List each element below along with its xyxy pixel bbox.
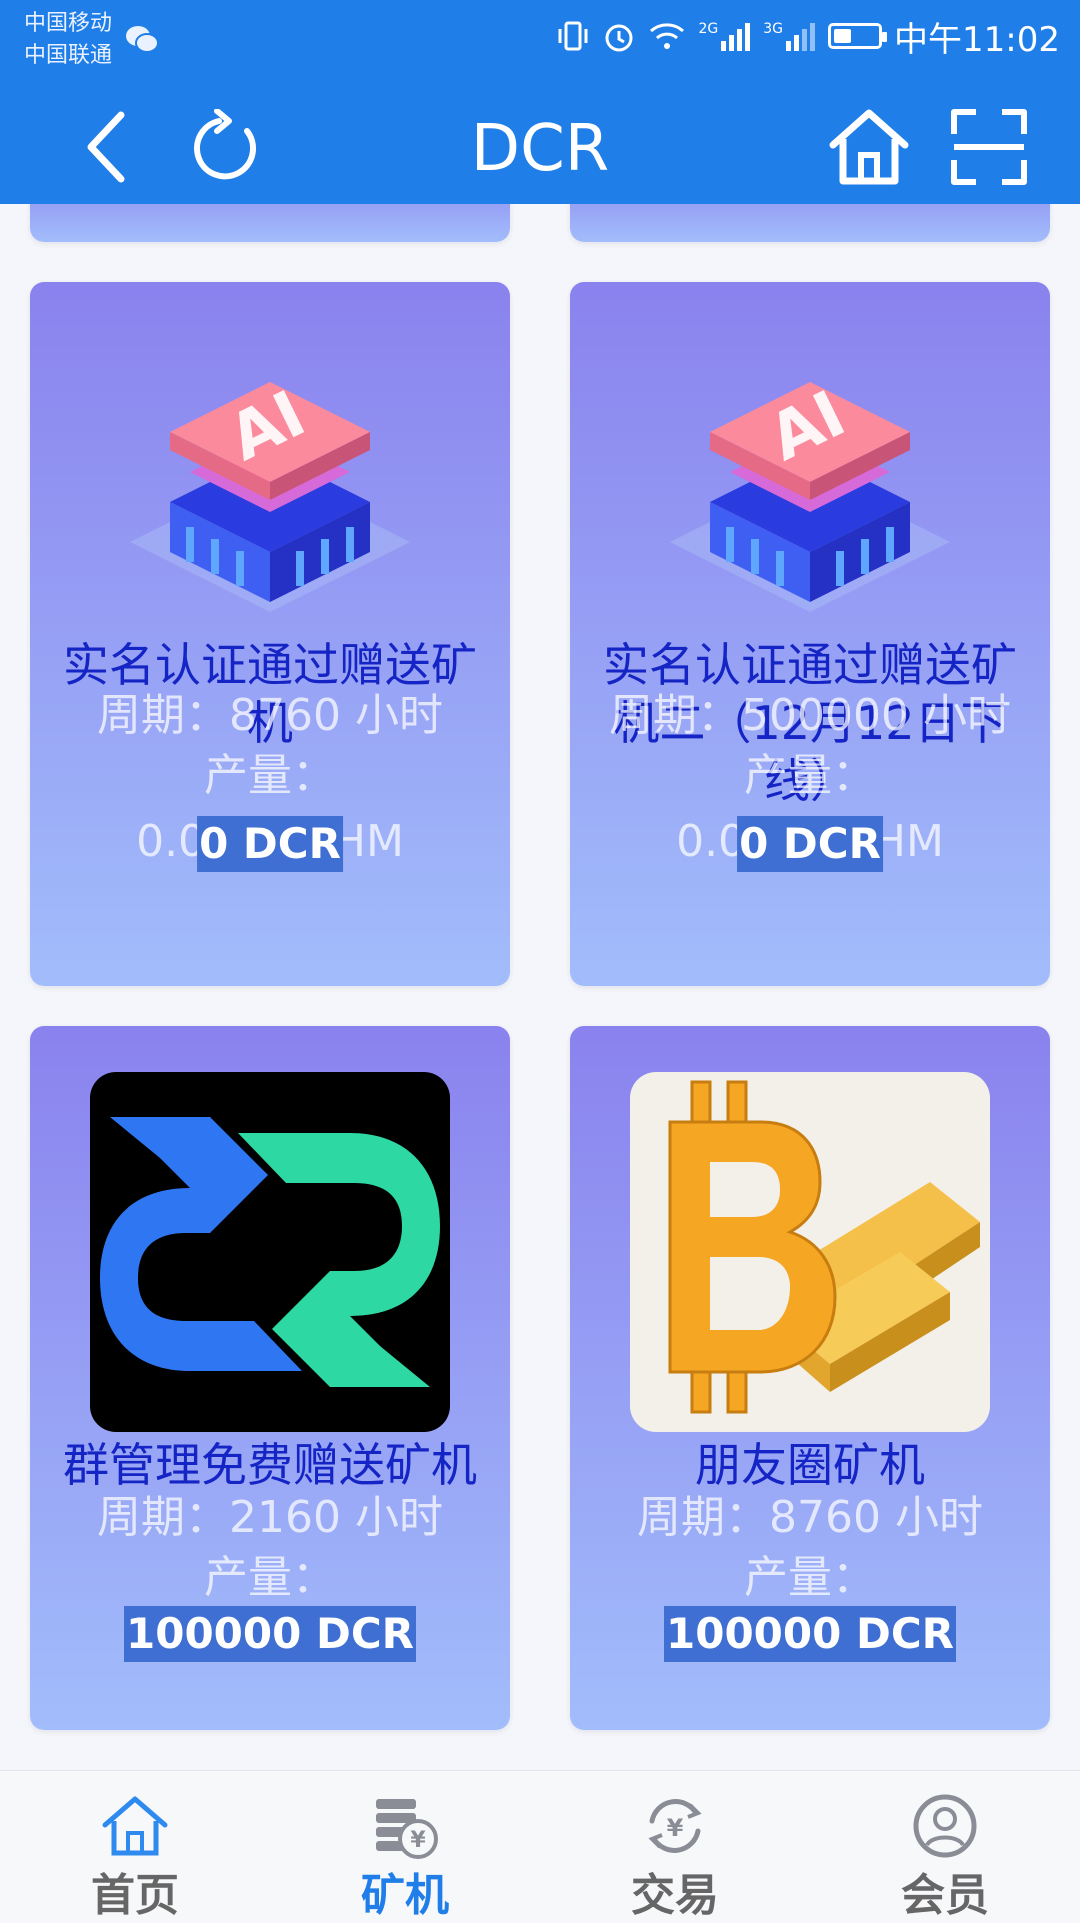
card-cycle: 周期：8760 小时 [97, 690, 443, 741]
card-title: 朋友圈矿机 [695, 1438, 925, 1492]
card-cycle: 周期：2160 小时 [97, 1492, 443, 1543]
signal-2-label: 3G [763, 21, 784, 37]
signal-2: 3G [763, 21, 816, 51]
card-output-label: 产量： [744, 750, 876, 801]
back-button[interactable] [62, 102, 152, 192]
tab-label: 交易 [631, 1870, 719, 1921]
price-tag: 0 DCR [197, 816, 343, 872]
miner-card-partial[interactable] [30, 204, 510, 242]
price-tag: 0 DCR [737, 816, 883, 872]
chevron-left-icon [87, 111, 125, 183]
tab-label: 首页 [91, 1870, 179, 1921]
ai-chip-image: AI [130, 377, 410, 612]
wifi-icon [650, 23, 685, 49]
scan-icon [951, 109, 1027, 185]
vibrate-icon [558, 21, 588, 51]
card-title: 群管理免费赠送矿机 [63, 1438, 477, 1492]
card-cycle: 周期：8760 小时 [637, 1492, 983, 1543]
scan-button[interactable] [944, 102, 1034, 192]
svg-text:¥: ¥ [410, 1828, 426, 1853]
miner-card[interactable]: 朋友圈矿机 周期：8760 小时 产量： 0.00015/HM 100000 D… [570, 1026, 1050, 1730]
card-output-label: 产量： [204, 750, 336, 801]
miner-card-partial[interactable] [570, 204, 1050, 242]
price-tag: 100000 DCR [124, 1606, 416, 1662]
svg-text:¥: ¥ [667, 1814, 684, 1842]
battery-fill [834, 29, 851, 43]
card-output-label: 产量： [744, 1552, 876, 1603]
refresh-icon [194, 109, 256, 180]
ai-chip-image: AI [670, 377, 950, 612]
user-icon [913, 1794, 977, 1858]
carrier-2: 中国联通 [24, 43, 113, 68]
tab-miner[interactable]: ¥ 矿机 [270, 1771, 540, 1921]
bitcoin-gold-image [630, 1072, 990, 1432]
home-icon [102, 1796, 168, 1856]
carrier-info: 中国移动 中国联通 [24, 8, 112, 72]
status-time: 中午11:02 [894, 19, 1060, 60]
card-cycle: 周期：500000 小时 [609, 690, 1011, 741]
alarm-icon [605, 24, 633, 52]
bottom-tab-bar: 首页 ¥ 矿机 ¥ 交易 会员 [0, 1770, 1080, 1921]
tab-exchange[interactable]: ¥ 交易 [540, 1771, 810, 1921]
battery-icon [828, 23, 888, 49]
card-output-label: 产量： [204, 1552, 336, 1603]
bitcoin-gold-icon [668, 1080, 980, 1414]
signal-1-label: 2G [698, 21, 719, 37]
decred-logo-image [90, 1072, 450, 1432]
home-icon [829, 109, 909, 185]
tab-home[interactable]: 首页 [0, 1771, 270, 1921]
refresh-button[interactable] [182, 102, 272, 192]
miner-list[interactable]: AI 实名认证通过赠送矿机 周期：8760 小时 产量： 0.00015/HM … [0, 204, 1080, 1770]
miner-card[interactable]: 群管理免费赠送矿机 周期：2160 小时 产量： 0.00015/HM 1000… [30, 1026, 510, 1730]
tab-label: 会员 [901, 1870, 989, 1921]
signal-bars-icon [721, 23, 751, 51]
home-button[interactable] [824, 102, 914, 192]
miner-card[interactable]: AI 实名认证通过赠送矿机 周期：8760 小时 产量： 0.00015/HM … [30, 282, 510, 986]
page-title: DCR [470, 112, 610, 186]
price-tag: 100000 DCR [664, 1606, 956, 1662]
signal-bars-icon [786, 23, 816, 51]
signal-1: 2G [698, 21, 751, 51]
tab-label: 矿机 [361, 1870, 449, 1921]
carrier-1: 中国移动 [24, 11, 113, 36]
nav-bar: DCR [0, 92, 1080, 204]
decred-logo-icon [100, 1117, 440, 1387]
top-bar: 中国移动 中国联通 2G 3G 中午11:02 DCR [0, 0, 1080, 204]
status-icons: 2G 3G 中午11:02 [556, 10, 1060, 62]
tab-member[interactable]: 会员 [810, 1771, 1080, 1921]
exchange-icon: ¥ [648, 1799, 702, 1853]
miner-card[interactable]: AI 实名认证通过赠送矿机二（12月12日下线） 周期：500000 小时 产量… [570, 282, 1050, 986]
wechat-icon [126, 26, 159, 53]
miner-icon: ¥ [376, 1799, 438, 1859]
